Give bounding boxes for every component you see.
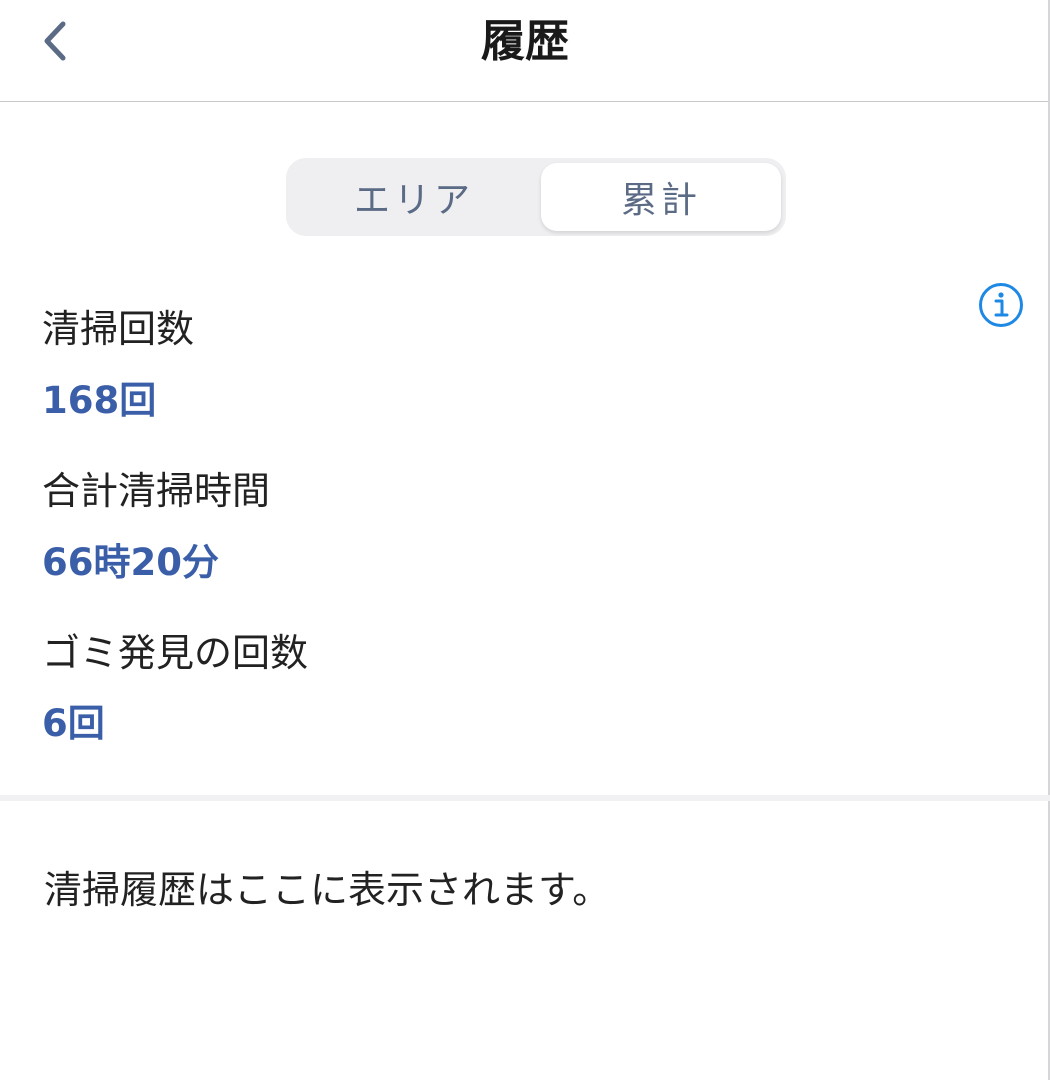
cleaning-count-value: 168回	[42, 379, 157, 422]
segmented-control: エリア 累計	[286, 158, 786, 236]
page-title: 履歴	[481, 16, 569, 67]
segment-area[interactable]: エリア	[294, 163, 534, 231]
total-cleaning-time-value: 66時20分	[42, 541, 219, 584]
dirt-found-count-label: ゴミ発見の回数	[42, 631, 309, 675]
total-cleaning-time-label: 合計清掃時間	[42, 469, 271, 513]
info-button[interactable]	[978, 282, 1024, 328]
navigation-bar: 履歴	[0, 0, 1050, 102]
cleaning-count-label: 清掃回数	[42, 307, 195, 351]
dirt-found-count-value: 6回	[42, 702, 105, 745]
history-empty-message: 清掃履歴はここに表示されます。	[44, 868, 611, 912]
segment-total[interactable]: 累計	[541, 163, 781, 231]
section-divider	[0, 795, 1050, 801]
info-icon	[979, 283, 1023, 327]
